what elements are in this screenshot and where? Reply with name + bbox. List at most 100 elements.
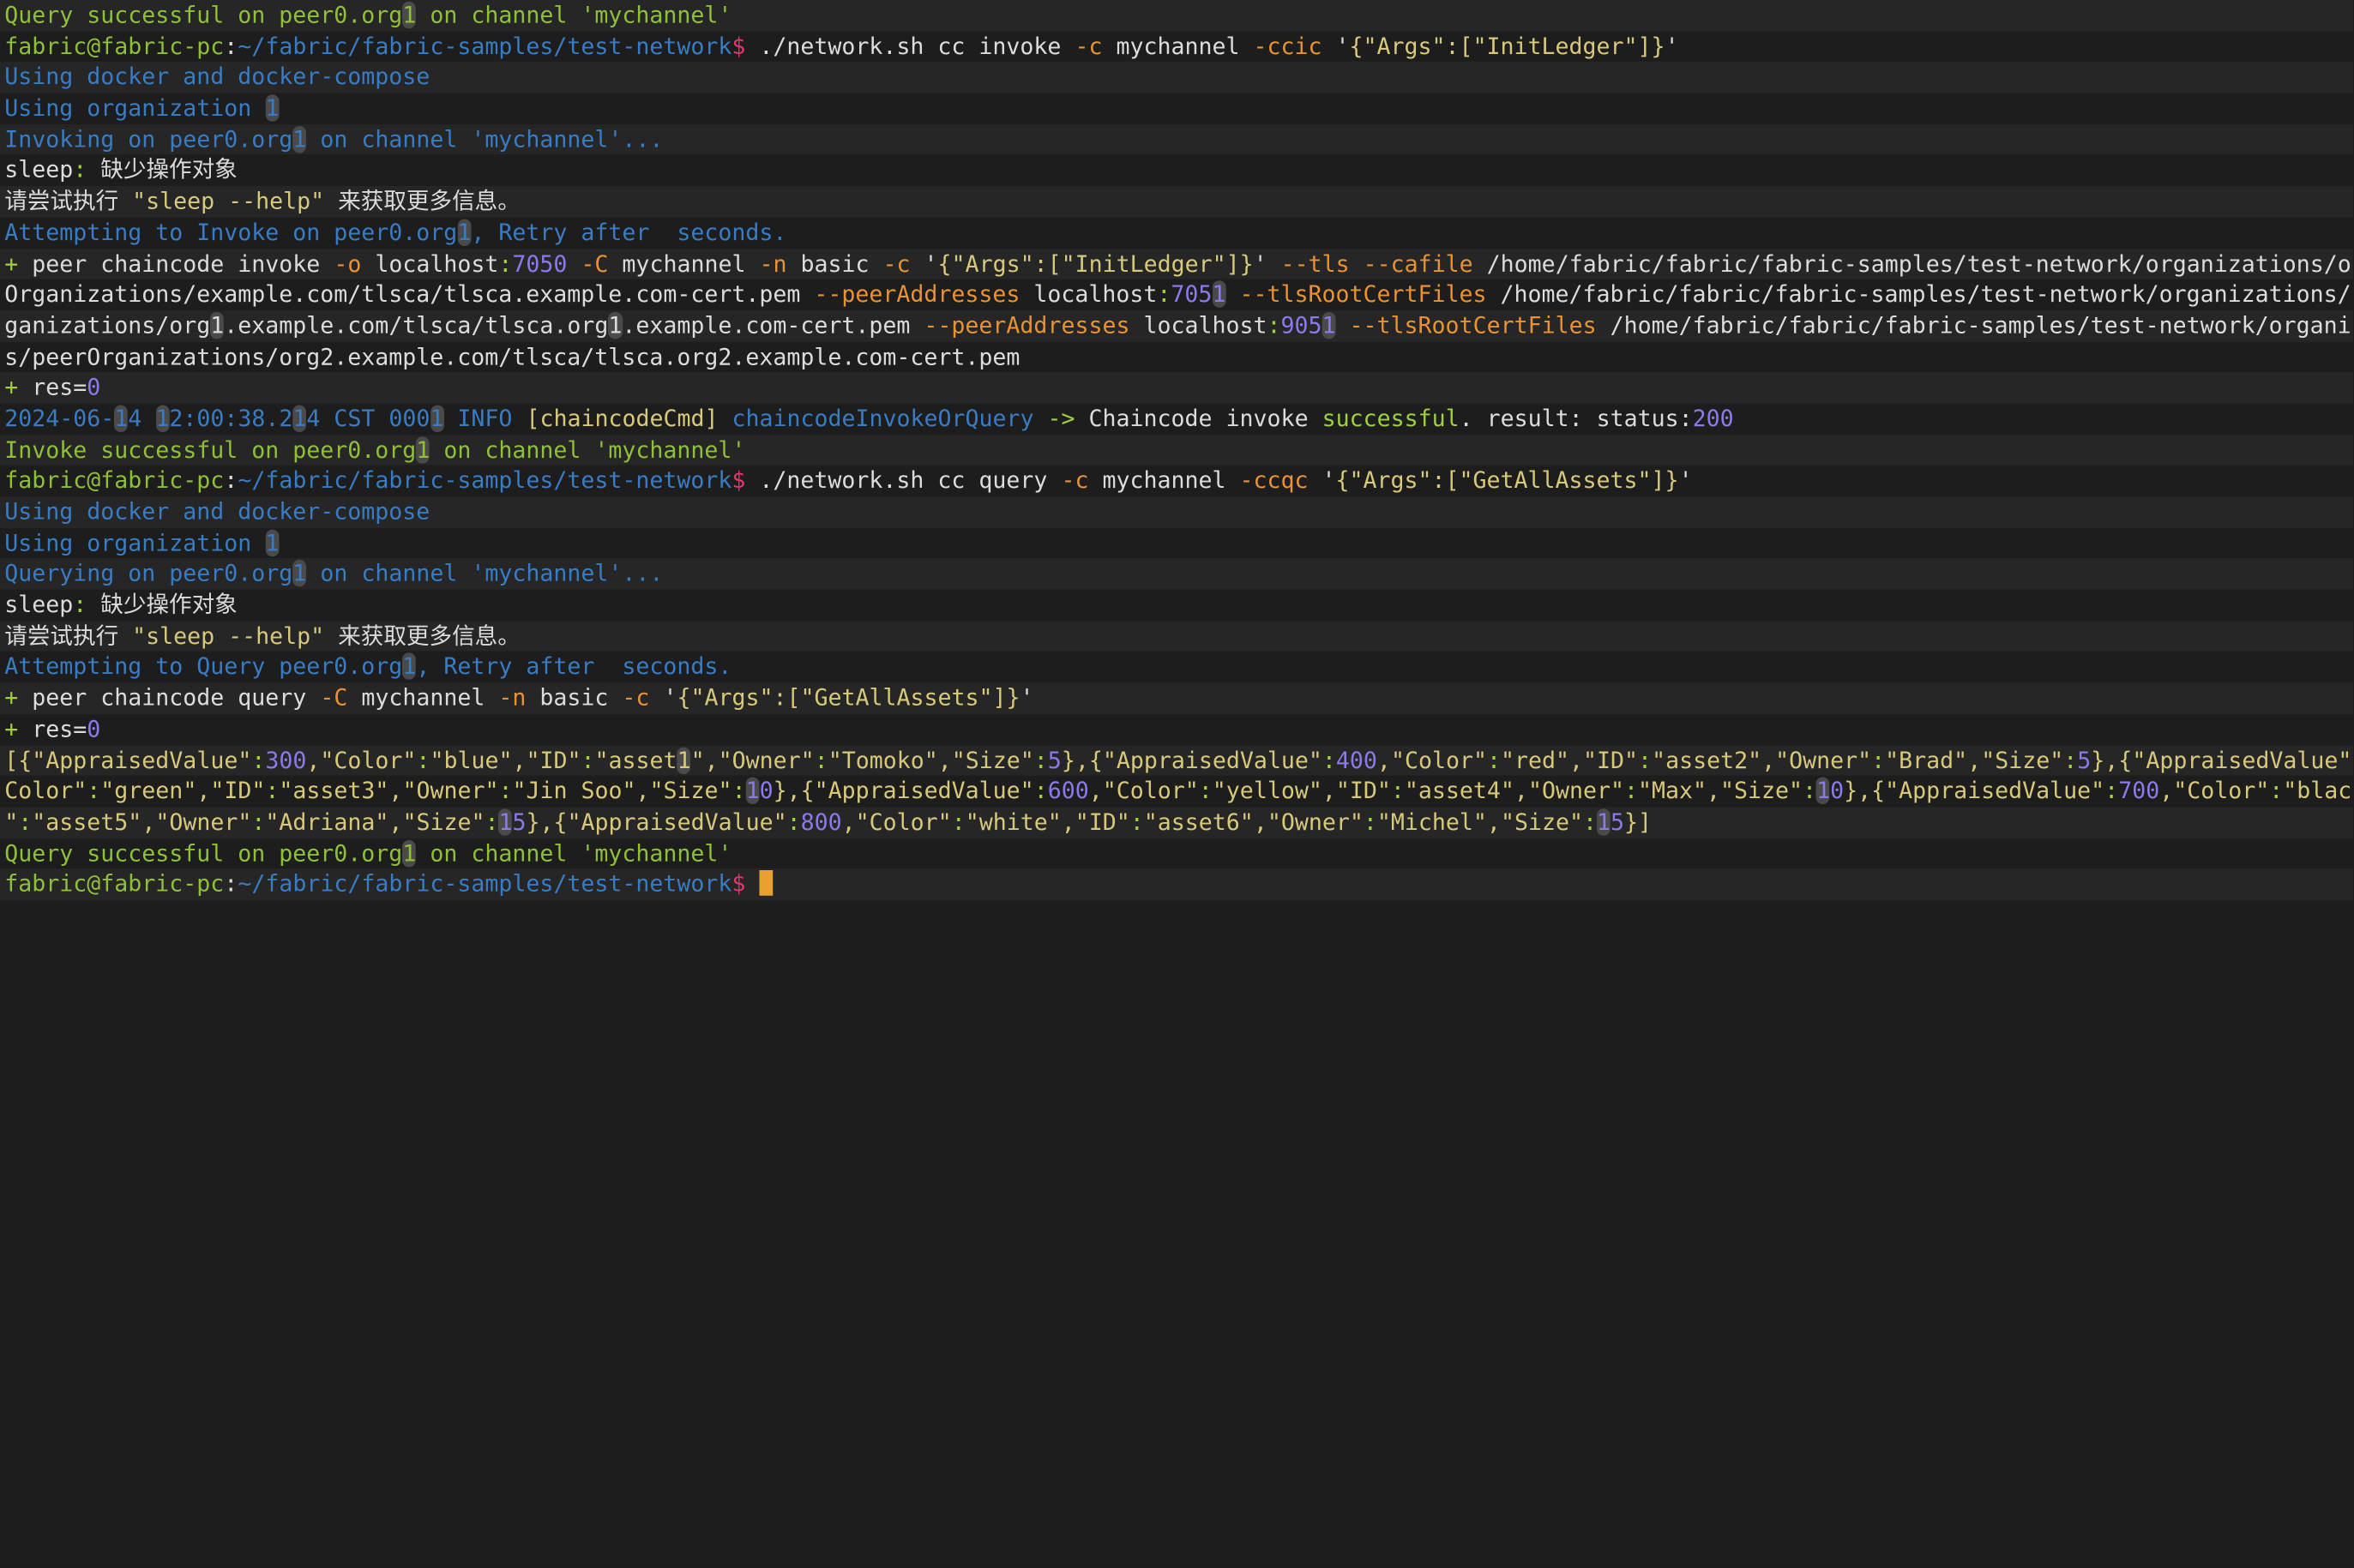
highlight-token: 1 xyxy=(498,808,513,836)
text-span: .example.com/tlsca/tlsca.org xyxy=(224,311,609,339)
text-span: basic xyxy=(786,249,883,277)
text-span: $ xyxy=(731,466,746,495)
text-span: : xyxy=(1390,777,1405,805)
text-span: successful xyxy=(1321,405,1460,432)
terminal-screen[interactable]: Query successful on peer0.org1 on channe… xyxy=(0,0,2353,900)
text-span: : xyxy=(224,870,238,898)
text-span: : xyxy=(265,777,280,805)
text-span: -> xyxy=(1047,405,1089,432)
text-span: Using organization xyxy=(4,529,266,556)
text-span: peer chaincode query xyxy=(18,684,321,712)
text-span xyxy=(567,249,581,277)
text-span: mychannel xyxy=(608,249,760,277)
text-span: : xyxy=(731,777,746,805)
text-span: {"Args":["GetAllAssets"]} xyxy=(1335,466,1679,495)
text-span: , xyxy=(388,777,403,805)
text-span: "Brad" xyxy=(1885,746,1968,774)
text-span: : xyxy=(73,591,87,619)
text-span: 缺少操作对象 xyxy=(87,156,238,184)
text-span: "Adriana" xyxy=(265,808,389,836)
text-cursor xyxy=(759,870,774,897)
text-span: "AppraisedValue" xyxy=(814,777,1034,805)
text-span: .example.com-cert.pem xyxy=(622,311,924,339)
text-span: }] xyxy=(1624,808,1653,836)
text-span: Using docker and docker-compose xyxy=(4,498,430,526)
text-span: : xyxy=(224,466,238,495)
text-span: $ xyxy=(731,870,746,898)
text-span: , xyxy=(1486,808,1501,836)
text-span: Attempting to Query peer0.org xyxy=(4,653,403,681)
terminal-line: Using organization 1 xyxy=(0,93,2353,124)
text-span: localhost xyxy=(1129,311,1267,339)
highlight-token: 1 xyxy=(430,405,444,432)
text-span: : xyxy=(485,808,499,836)
terminal-line: + res=0 xyxy=(0,713,2353,745)
text-span: , xyxy=(1253,808,1267,836)
text-span: ~/fabric/fabric-samples/test-network xyxy=(238,466,732,495)
text-span: Querying on peer0.org xyxy=(4,560,293,587)
highlight-token: 1 xyxy=(402,1,417,29)
text-span: -c xyxy=(1075,32,1103,60)
text-span: "Size" xyxy=(951,746,1034,774)
text-span: : xyxy=(1363,808,1377,836)
text-span: {"Args":["InitLedger"]} xyxy=(1349,32,1665,60)
text-span: "AppraisedValue" xyxy=(2132,746,2352,774)
text-span: 800 xyxy=(800,808,842,836)
text-span: 600 xyxy=(1047,777,1089,805)
text-span: , xyxy=(1569,746,1584,774)
text-span: "red" xyxy=(1501,746,1570,774)
text-span: },{ xyxy=(773,777,815,805)
text-span: : xyxy=(1157,280,1171,309)
text-span: "Size" xyxy=(1981,746,2064,774)
text-span: 5 xyxy=(512,808,527,836)
text-span: "ID" xyxy=(1075,808,1130,836)
text-span: 5 xyxy=(1610,808,1625,836)
text-span: Using organization xyxy=(4,94,266,122)
text-span: : xyxy=(1871,746,1886,774)
text-span: : xyxy=(814,746,828,774)
text-span xyxy=(1336,312,1350,339)
text-span: basic xyxy=(526,684,623,712)
text-span: },{ xyxy=(1061,746,1103,774)
text-span: -o xyxy=(334,249,362,277)
text-span: : xyxy=(1198,777,1213,805)
terminal-line: Using organization 1 xyxy=(0,527,2353,559)
text-span: },{ xyxy=(1844,777,1886,805)
terminal-line: ganizations/org1.example.com/tlsca/tlsca… xyxy=(0,310,2353,342)
text-span: -C xyxy=(320,684,348,712)
text-span: 2024-06- xyxy=(4,405,115,432)
terminal-line: Attempting to Invoke on peer0.org1, Retr… xyxy=(0,217,2353,249)
text-span: "Color" xyxy=(855,808,952,836)
text-span: , xyxy=(1376,746,1391,774)
text-span: , xyxy=(2159,777,2174,805)
text-span: ' xyxy=(1678,466,1693,495)
highlight-token: 1 xyxy=(1321,311,1336,339)
text-span: ./network.sh cc invoke xyxy=(745,32,1075,60)
text-span: --peerAddresses xyxy=(814,280,1020,309)
text-span: 5 xyxy=(1047,746,1062,774)
text-span: --tlsRootCertFiles xyxy=(1239,280,1487,309)
text-span: : xyxy=(1033,746,1048,774)
text-span: localhost xyxy=(361,249,499,277)
terminal-line: fabric@fabric-pc:~/fabric/fabric-samples… xyxy=(0,31,2353,63)
terminal-line: [{"AppraisedValue":300,"Color":"blue","I… xyxy=(0,744,2353,777)
text-span: peer chaincode invoke xyxy=(18,249,334,277)
terminal-line: s/peerOrganizations/org2.example.com/tls… xyxy=(0,341,2353,373)
text-span: "Owner" xyxy=(402,777,499,805)
highlight-token: 1 xyxy=(265,529,280,556)
text-span: --cafile xyxy=(1363,249,1473,277)
terminal-window[interactable]: Query successful on peer0.org1 on channe… xyxy=(0,0,2354,1568)
terminal-line: Invoke successful on peer0.org1 on chann… xyxy=(0,434,2353,466)
terminal-line: + peer chaincode invoke -o localhost:705… xyxy=(0,248,2353,279)
text-span: "Max" xyxy=(1637,777,1707,805)
terminal-line: + res=0 xyxy=(0,372,2353,404)
text-span: 705 xyxy=(1171,280,1213,309)
text-span: "ID" xyxy=(1335,777,1391,805)
text-span: : xyxy=(1129,808,1144,836)
text-span: sleep xyxy=(4,156,74,184)
text-span: : xyxy=(498,249,513,277)
text-span: + xyxy=(4,374,19,401)
text-span: ' xyxy=(1253,249,1281,277)
text-span: fabric@fabric-pc xyxy=(4,32,225,60)
text-span: "asset4" xyxy=(1404,777,1514,805)
